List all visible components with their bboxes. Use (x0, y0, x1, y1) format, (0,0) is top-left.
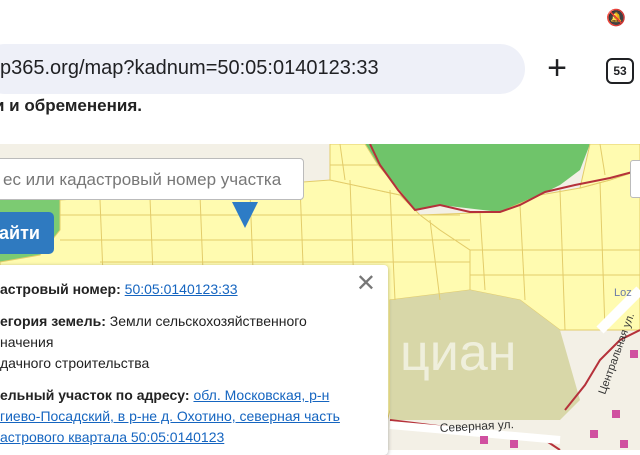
building (620, 440, 628, 448)
status-bar: 🔕 (0, 0, 640, 34)
close-icon[interactable]: ✕ (356, 269, 376, 298)
parcel-info-popup: ✕ астровый номер: 50:05:0140123:33 егори… (0, 265, 388, 455)
building (510, 440, 518, 448)
address-link-1[interactable]: обл. Московская, р-н (193, 387, 329, 403)
location-marker-icon[interactable] (232, 202, 258, 228)
map-control-edge[interactable] (630, 160, 640, 198)
page-heading: и и обременения. (0, 96, 142, 115)
address-label: ельный участок по адресу: (0, 387, 190, 403)
building (612, 410, 620, 418)
notifications-muted-icon: 🔕 (606, 10, 626, 27)
cadnum-label: астровый номер: (0, 281, 121, 297)
address-link-2[interactable]: гиево-Посадский, в р-не д. Охотино, севе… (0, 408, 340, 424)
cadnum-row: астровый номер: 50:05:0140123:33 (0, 281, 238, 297)
map-corner-label: Loz (614, 287, 632, 299)
browser-toolbar: p365.org/map?kadnum=50:05:0140123:33 + 5… (0, 34, 640, 104)
watermark: циан (400, 324, 516, 382)
building (480, 436, 488, 444)
url-text: p365.org/map?kadnum=50:05:0140123:33 (0, 57, 379, 79)
cadnum-link[interactable]: 50:05:0140123:33 (125, 281, 238, 297)
page-heading-area: и и обременения. (0, 96, 640, 144)
category-value-line-2: начения (0, 334, 54, 350)
address-bar[interactable]: p365.org/map?kadnum=50:05:0140123:33 (0, 44, 525, 94)
search-input[interactable] (1, 169, 295, 191)
category-value-line-3: дачного строительства (0, 355, 150, 371)
tab-switcher-button[interactable]: 53 (606, 58, 634, 84)
find-button[interactable]: айти (0, 212, 54, 254)
category-row: егория земель: Земли сельскохозяйственно… (0, 313, 307, 329)
search-box[interactable] (0, 158, 304, 200)
address-row: ельный участок по адресу: обл. Московска… (0, 387, 329, 403)
building (590, 430, 598, 438)
new-tab-button[interactable]: + (541, 44, 573, 92)
building (630, 350, 638, 358)
category-label: егория земель: (0, 313, 106, 329)
category-value: Земли сельскохозяйственного (109, 313, 307, 329)
address-link-3[interactable]: астрового квартала 50:05:0140123 (0, 429, 224, 445)
